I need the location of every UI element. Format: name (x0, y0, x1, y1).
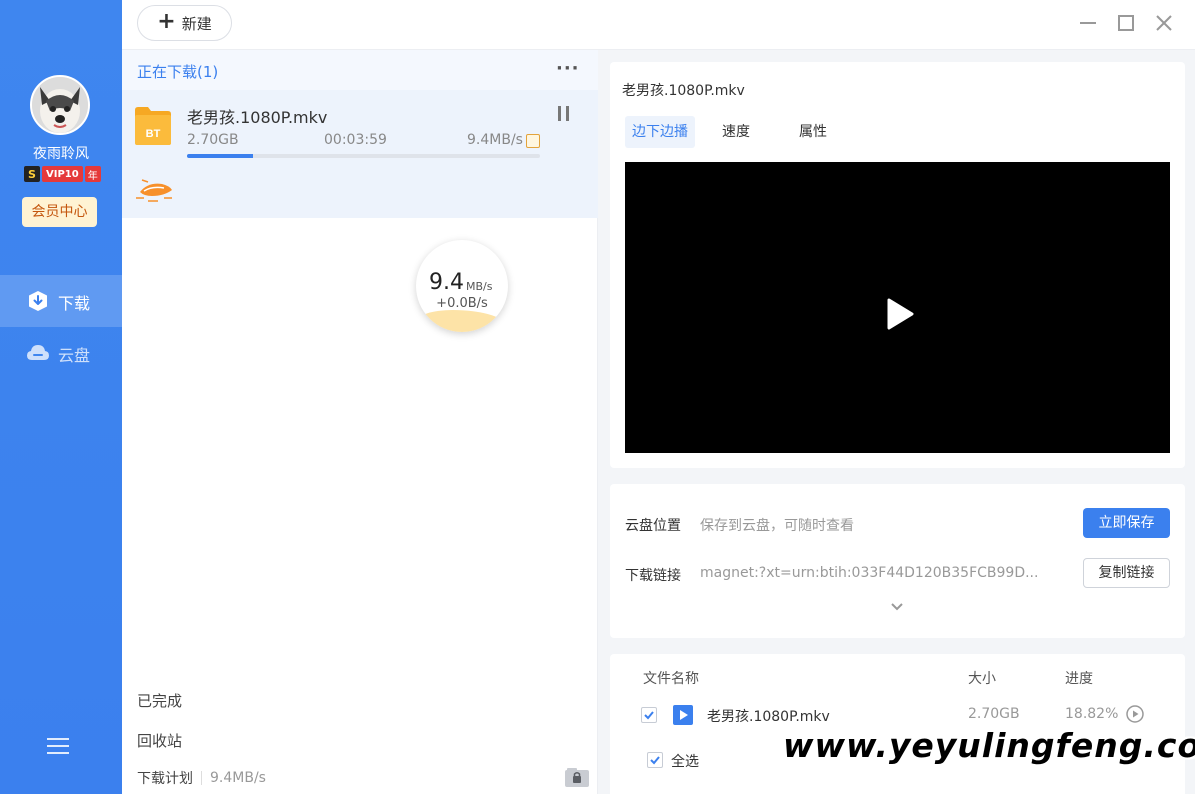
divider (201, 771, 202, 785)
download-progress-fill (187, 154, 254, 158)
tab-play-while-downloading[interactable]: 边下边播 (625, 116, 695, 148)
vip-badge: S VIP10 年 (24, 166, 101, 182)
download-item-remaining-time: 00:03:59 (324, 132, 387, 148)
hamburger-menu-icon[interactable] (47, 738, 69, 756)
maximize-icon[interactable] (1115, 12, 1137, 34)
vip-year-badge: 年 (84, 166, 101, 182)
member-center-button[interactable]: 会员中心 (22, 197, 97, 227)
file-row-name: 老男孩.1080P.mkv (707, 709, 830, 725)
cloud-location-label: 云盘位置 (625, 518, 681, 534)
download-plan-speed: 9.4MB/s (210, 770, 266, 786)
play-circle-icon[interactable] (1126, 705, 1144, 723)
preview-card: 老男孩.1080P.mkv 边下边播 速度 属性 (610, 62, 1185, 468)
nav-item-download[interactable]: 下载 (0, 275, 122, 327)
column-header-progress: 进度 (1065, 671, 1093, 687)
download-shield-icon (29, 291, 47, 311)
nav-item-cloud-label: 云盘 (58, 346, 91, 365)
watermark: www.yeyulingfeng.com (783, 726, 1195, 765)
file-row-size: 2.70GB (968, 706, 1020, 722)
more-dots-icon[interactable]: ··· (556, 58, 580, 79)
chevron-down-icon[interactable] (890, 602, 904, 612)
cloud-icon (27, 345, 49, 360)
download-item-speed: 9.4MB/s (467, 132, 523, 148)
speed-boost-icon[interactable] (526, 134, 540, 148)
new-task-label: 新建 (181, 14, 212, 33)
pause-icon[interactable] (558, 106, 572, 124)
close-icon[interactable] (1153, 12, 1175, 34)
download-item-name: 老男孩.1080P.mkv (187, 108, 328, 127)
video-file-icon (673, 705, 693, 725)
check-icon (650, 756, 660, 765)
speed-ball[interactable]: 9.4 MB/s +0.0B/s (416, 240, 508, 332)
completed-link[interactable]: 已完成 (137, 690, 182, 711)
nav-item-cloud[interactable]: 云盘 (0, 327, 122, 379)
new-task-button[interactable]: + 新建 (137, 5, 232, 41)
select-all-label[interactable]: 全选 (671, 751, 699, 771)
link-card: 云盘位置 保存到云盘，可随时查看 立即保存 下载链接 magnet:?xt=ur… (610, 484, 1185, 638)
avatar[interactable] (30, 75, 90, 135)
video-player[interactable] (625, 162, 1170, 453)
plus-icon: + (157, 9, 176, 34)
save-now-button[interactable]: 立即保存 (1083, 508, 1170, 538)
column-header-size: 大小 (968, 671, 996, 687)
select-all-checkbox[interactable] (647, 752, 663, 768)
username: 夜雨聆风 (33, 146, 89, 162)
files-card: 文件名称 大小 进度 老男孩.1080P.mkv 2.70GB 18.82% 全… (610, 654, 1185, 794)
check-icon (644, 711, 654, 720)
detail-pane: 老男孩.1080P.mkv 边下边播 速度 属性 云盘位置 保存到云盘，可随时查… (598, 50, 1195, 794)
recycle-bin-link[interactable]: 回收站 (137, 730, 182, 751)
vip-level-badge: VIP10 (42, 166, 83, 182)
speed-ball-wave (416, 310, 508, 332)
accelerate-rocket-icon[interactable] (134, 174, 176, 204)
play-icon[interactable] (885, 298, 915, 330)
downloading-section-header: 正在下载(1) ··· (122, 50, 598, 90)
bt-folder-icon: BT (135, 107, 171, 145)
lock-icon[interactable] (564, 766, 590, 788)
tab-speed[interactable]: 速度 (715, 116, 757, 148)
download-progress-bar (187, 154, 540, 158)
top-toolbar: + 新建 (122, 0, 1195, 50)
speed-ball-upload: +0.0B/s (436, 296, 488, 311)
download-item[interactable]: BT 老男孩.1080P.mkv 2.70GB 00:03:59 9.4MB/s (122, 90, 598, 218)
downloading-title[interactable]: 正在下载(1) (137, 61, 218, 82)
detail-file-title: 老男孩.1080P.mkv (622, 83, 745, 99)
speed-ball-unit: MB/s (466, 280, 493, 293)
download-link-label: 下载链接 (625, 568, 681, 584)
download-plan-label: 下载计划 (137, 771, 193, 787)
minimize-icon[interactable] (1077, 12, 1099, 34)
file-row-checkbox[interactable] (641, 707, 657, 723)
bt-badge-text: BT (146, 128, 161, 140)
cloud-location-hint: 保存到云盘，可随时查看 (700, 518, 854, 534)
tab-properties[interactable]: 属性 (792, 116, 834, 148)
download-item-size: 2.70GB (187, 132, 239, 148)
download-list-pane: 正在下载(1) ··· BT 老男孩.1080P.mkv 2.70GB 00:0… (122, 50, 598, 794)
download-plan[interactable]: 下载计划 9.4MB/s (137, 768, 266, 788)
vip-s-badge: S (24, 166, 40, 182)
column-header-name: 文件名称 (643, 671, 699, 687)
nav-item-download-label: 下载 (58, 294, 91, 313)
sidebar: 夜雨聆风 S VIP10 年 会员中心 下载 云盘 (0, 0, 122, 794)
file-row-progress: 18.82% (1065, 706, 1119, 722)
speed-ball-value: 9.4 (429, 270, 464, 295)
download-link-value[interactable]: magnet:?xt=urn:btih:033F44D120B35FCB99D.… (700, 565, 1038, 581)
copy-link-button[interactable]: 复制链接 (1083, 558, 1170, 588)
